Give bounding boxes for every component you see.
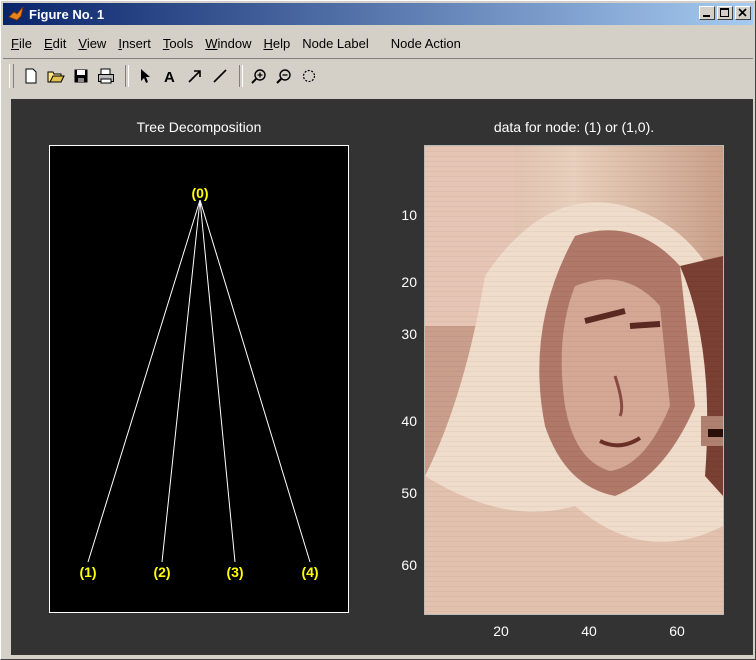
tree-node-2[interactable]: (2)	[153, 564, 170, 580]
tree-edge	[87, 199, 201, 563]
tree-node-4[interactable]: (4)	[301, 564, 318, 580]
tree-edge	[199, 199, 311, 563]
close-button[interactable]	[735, 6, 751, 20]
figure-toolbar: A	[3, 58, 753, 93]
title-bar[interactable]: Figure No. 1	[3, 3, 753, 25]
rotate-icon[interactable]	[298, 65, 320, 87]
menu-window[interactable]: Window	[199, 36, 257, 51]
y-tick-label: 30	[401, 326, 417, 342]
x-tick-label: 40	[581, 623, 597, 639]
menu-help[interactable]: Help	[257, 36, 296, 51]
figure-window: Figure No. 1 File Edit View Insert Tools Wind…	[0, 0, 756, 660]
maximize-button[interactable]	[717, 6, 733, 20]
open-folder-icon[interactable]	[45, 65, 67, 87]
tree-node-3[interactable]: (3)	[226, 564, 243, 580]
print-icon[interactable]	[95, 65, 117, 87]
image-axes-title: data for node: (1) or (1,0).	[493, 119, 655, 135]
x-tick-label: 60	[669, 623, 685, 639]
tree-node-1[interactable]: (1)	[79, 564, 96, 580]
y-tick-label: 40	[401, 413, 417, 429]
tree-edge	[161, 199, 201, 563]
toolbar-grip[interactable]	[9, 64, 14, 88]
menu-node-action[interactable]: Node Action	[385, 36, 467, 51]
new-file-icon[interactable]	[20, 65, 42, 87]
zoom-out-icon[interactable]	[273, 65, 295, 87]
window-title: Figure No. 1	[29, 6, 105, 22]
menu-node-label[interactable]: Node Label	[296, 36, 375, 51]
menu-view[interactable]: View	[72, 36, 112, 51]
svg-text:A: A	[164, 69, 175, 84]
save-icon[interactable]	[70, 65, 92, 87]
figure-canvas: Tree Decomposition (0) (1) (2) (3) (4) data …	[11, 99, 753, 655]
menu-tools[interactable]: Tools	[157, 36, 199, 51]
arrow-icon[interactable]	[184, 65, 206, 87]
y-tick-label: 60	[401, 557, 417, 573]
y-tick-label: 50	[401, 485, 417, 501]
menu-bar: File Edit View Insert Tools Window Help Node La…	[5, 31, 467, 55]
matlab-logo-icon	[8, 6, 24, 22]
toolbar-separator	[239, 65, 243, 87]
toolbar-separator	[125, 65, 129, 87]
y-tick-label: 20	[401, 274, 417, 290]
tree-axes-title: Tree Decomposition	[136, 119, 262, 135]
tree-edge	[199, 199, 236, 563]
menu-file[interactable]: File	[5, 36, 38, 51]
y-tick-label: 10	[401, 207, 417, 223]
pointer-icon[interactable]	[134, 65, 156, 87]
minimize-button[interactable]	[699, 6, 715, 20]
node-image	[425, 146, 723, 614]
tree-node-root[interactable]: (0)	[191, 185, 208, 201]
menu-insert[interactable]: Insert	[112, 36, 157, 51]
text-icon[interactable]: A	[159, 65, 181, 87]
menu-edit[interactable]: Edit	[38, 36, 72, 51]
zoom-in-icon[interactable]	[248, 65, 270, 87]
tree-axes[interactable]: (0) (1) (2) (3) (4)	[49, 145, 349, 613]
tree-graph: (0) (1) (2) (3) (4)	[79, 185, 318, 580]
image-axes[interactable]	[424, 145, 724, 615]
x-tick-label: 20	[493, 623, 509, 639]
line-icon[interactable]	[209, 65, 231, 87]
